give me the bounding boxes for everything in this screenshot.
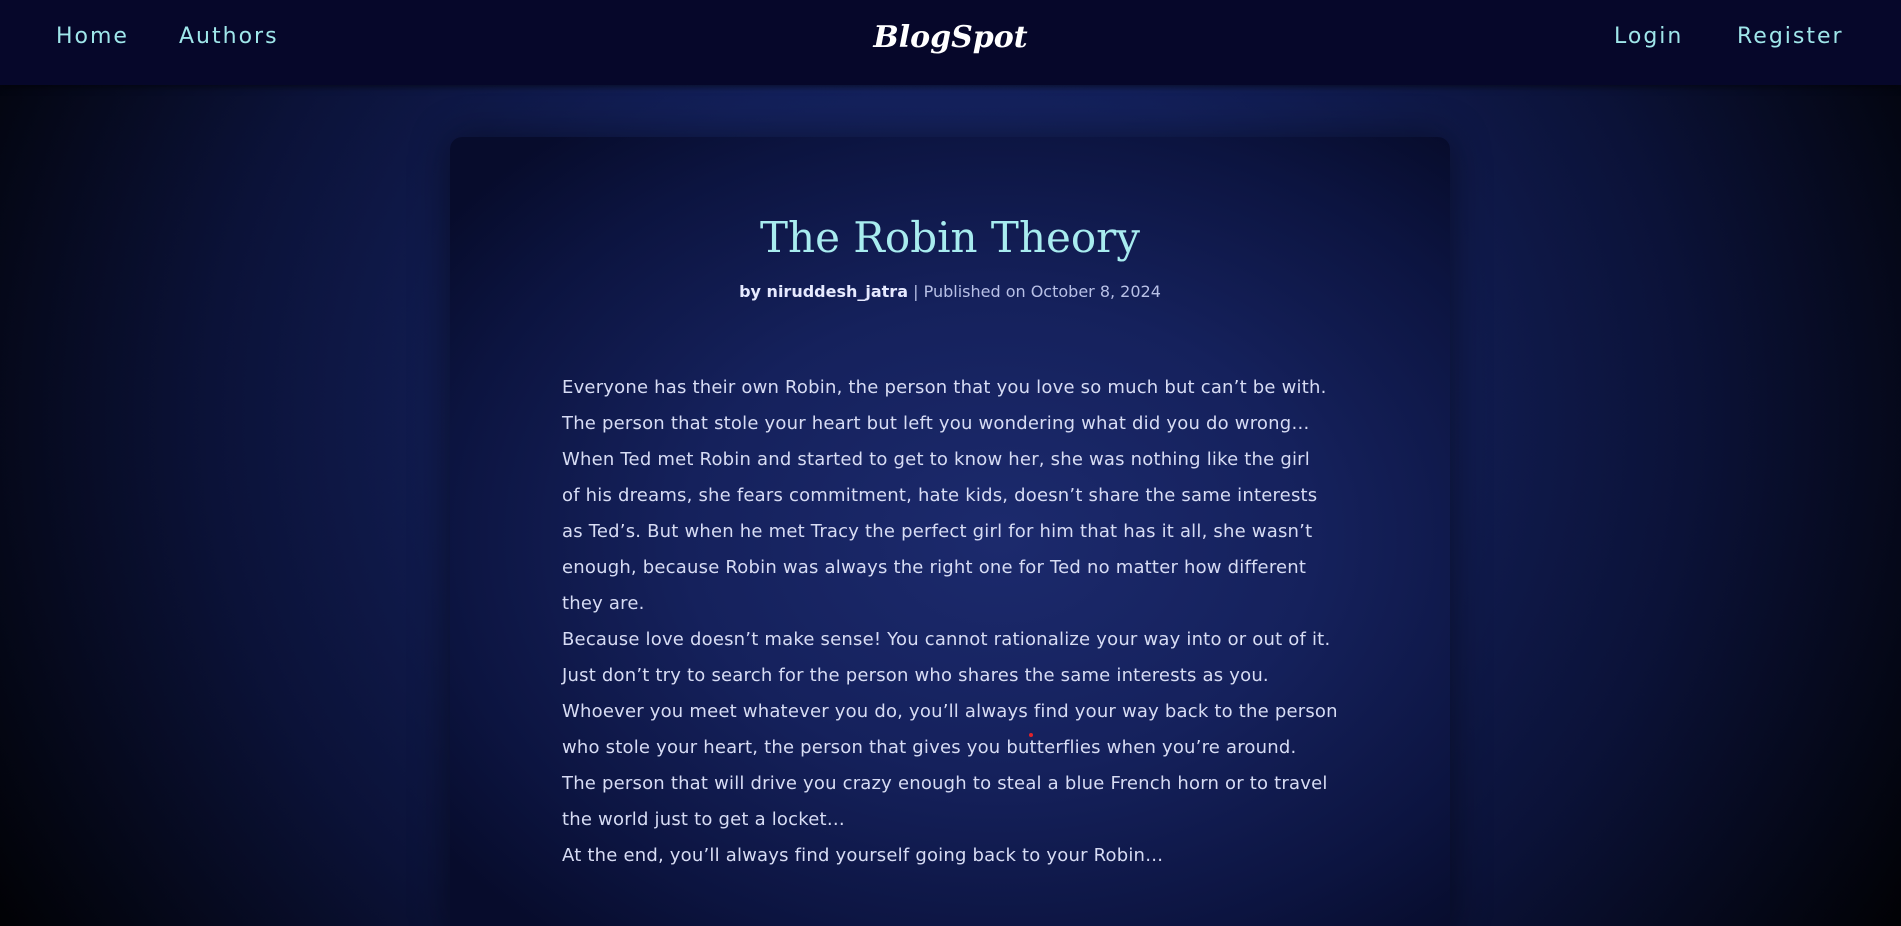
post-line: Whoever you meet whatever you do, you’ll… — [562, 701, 1338, 722]
meta-separator: | — [913, 282, 919, 301]
author-name: niruddesh_jatra — [766, 282, 908, 301]
nav-login-link[interactable]: Login — [1614, 24, 1683, 49]
cursor-dot — [1029, 733, 1033, 737]
post-line: The person that will drive you crazy eno… — [562, 773, 1328, 794]
post-card: The Robin Theory by niruddesh_jatra | Pu… — [450, 137, 1450, 926]
post-line: as Ted’s. But when he met Tracy the perf… — [562, 521, 1313, 542]
post-body: Everyone has their own Robin, the person… — [562, 370, 1352, 874]
top-navbar: Home Authors BlogSpot Login Register — [0, 0, 1901, 85]
post-published-date: Published on October 8, 2024 — [923, 282, 1161, 301]
nav-home-link[interactable]: Home — [56, 24, 129, 49]
nav-register-link[interactable]: Register — [1737, 24, 1844, 49]
post-title: The Robin Theory — [760, 213, 1140, 262]
post-line: they are. — [562, 593, 645, 614]
post-line: of his dreams, she fears commitment, hat… — [562, 485, 1318, 506]
post-line: The person that stole your heart but lef… — [562, 413, 1310, 434]
brand-logo[interactable]: BlogSpot — [873, 20, 1027, 55]
post-author: by niruddesh_jatra — [739, 282, 908, 301]
post-line: When Ted met Robin and started to get to… — [562, 449, 1310, 470]
post-line: who stole your heart, the person that gi… — [562, 737, 1297, 758]
post-line: the world just to get a locket… — [562, 809, 845, 830]
post-line: Everyone has their own Robin, the person… — [562, 377, 1327, 398]
author-prefix: by — [739, 282, 761, 301]
nav-authors-link[interactable]: Authors — [179, 24, 279, 49]
post-meta: by niruddesh_jatra | Published on Octobe… — [450, 282, 1450, 301]
post-line: Just don’t try to search for the person … — [562, 665, 1269, 686]
post-line: enough, because Robin was always the rig… — [562, 557, 1307, 578]
post-line: Because love doesn’t make sense! You can… — [562, 629, 1331, 650]
post-line: At the end, you’ll always find yourself … — [562, 845, 1164, 866]
